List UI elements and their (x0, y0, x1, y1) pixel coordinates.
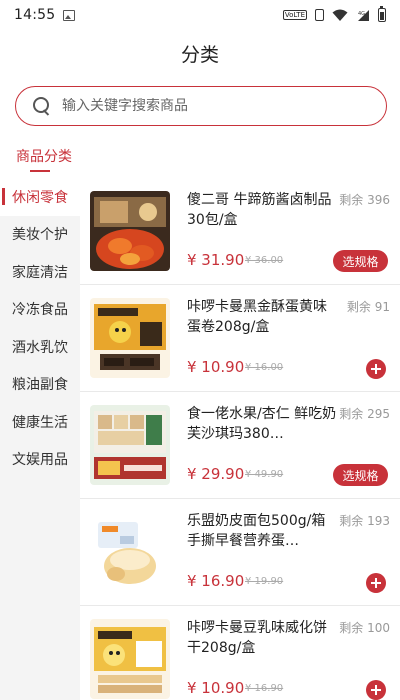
product-card[interactable]: 乐盟奶皮面包500g/箱 手撕早餐营养蛋… 剩余 193 ¥ 16.90 ¥ 1… (80, 499, 400, 606)
sidebar-item-frozen[interactable]: 冷冻食品 (0, 291, 80, 329)
signal-icon: 4G (358, 9, 369, 21)
search-box[interactable] (15, 86, 387, 126)
product-card[interactable]: 咔啰卡曼黑金酥蛋黄味蛋卷208g/盒 剩余 91 ¥ 10.90 ¥ 16.00 (80, 285, 400, 392)
battery-icon (378, 6, 386, 22)
product-card[interactable]: 咔啰卡曼豆乳味威化饼干208g/盒 剩余 100 ¥ 10.90 ¥ 16.90 (80, 606, 400, 700)
product-original-price: ¥ 49.90 (245, 469, 284, 480)
product-name: 咔啰卡曼豆乳味威化饼干208g/盒 (187, 620, 327, 656)
select-spec-button[interactable]: 选规格 (333, 250, 388, 272)
sidebar-item-drinks[interactable]: 酒水乳饮 (0, 328, 80, 366)
product-original-price: ¥ 16.90 (245, 683, 284, 694)
add-to-cart-button[interactable] (366, 359, 386, 379)
product-name: 乐盟奶皮面包500g/箱 手撕早餐营养蛋… (187, 513, 326, 549)
status-left: 14:55 (14, 7, 76, 23)
product-price: ¥ 16.90 (187, 572, 245, 590)
gallery-notification-icon (63, 9, 76, 21)
product-price: ¥ 10.90 (187, 679, 245, 697)
network-type-label: 4G (358, 11, 365, 17)
product-original-price: ¥ 16.00 (245, 362, 284, 373)
search-input[interactable] (62, 98, 362, 114)
product-name: 咔啰卡曼黑金酥蛋黄味蛋卷208g/盒 (187, 299, 327, 335)
plus-icon (371, 578, 381, 588)
search-icon (32, 96, 52, 116)
add-to-cart-button[interactable] (366, 573, 386, 593)
product-price: ¥ 31.90 (187, 251, 245, 269)
product-image (90, 298, 170, 378)
sidebar-item-beauty[interactable]: 美妆个护 (0, 216, 80, 254)
product-stock: 剩余 396 (339, 193, 390, 207)
select-spec-button[interactable]: 选规格 (333, 464, 388, 486)
product-image (90, 512, 170, 592)
product-name: 傻二哥 牛蹄筋酱卤制品30包/盒 (187, 192, 332, 228)
add-to-cart-button[interactable] (366, 680, 386, 700)
product-image (90, 619, 170, 699)
page-title: 分类 (180, 44, 219, 66)
wifi-icon (332, 9, 348, 21)
sidebar-item-cleaning[interactable]: 家庭清洁 (0, 253, 80, 291)
category-sidebar: 休闲零食 美妆个护 家庭清洁 冷冻食品 酒水乳饮 粮油副食 健康生活 文娱用品 (0, 178, 80, 700)
status-time: 14:55 (14, 7, 56, 23)
product-stock: 剩余 100 (339, 621, 390, 635)
plus-icon (371, 364, 381, 374)
product-original-price: ¥ 19.90 (245, 576, 284, 587)
product-price: ¥ 29.90 (187, 465, 245, 483)
status-right: VoLTE 4G (282, 6, 386, 22)
product-stock: 剩余 91 (346, 300, 390, 314)
product-name: 食一佬水果/杏仁 鲜吃奶芙沙琪玛380… (187, 406, 337, 442)
product-card[interactable]: 食一佬水果/杏仁 鲜吃奶芙沙琪玛380… 剩余 295 ¥ 29.90 ¥ 49… (80, 392, 400, 499)
tab-underline (30, 170, 50, 172)
vibrate-icon (315, 9, 324, 21)
tab-product-categories[interactable]: 商品分类 (16, 146, 72, 166)
sidebar-item-grocery[interactable]: 粮油副食 (0, 366, 80, 404)
product-price: ¥ 10.90 (187, 358, 245, 376)
sidebar-item-snacks[interactable]: 休闲零食 (0, 178, 80, 216)
product-list: 傻二哥 牛蹄筋酱卤制品30包/盒 剩余 396 ¥ 31.90 ¥ 36.00 … (80, 178, 400, 700)
volte-icon: VoLTE (282, 10, 307, 20)
sidebar-item-stationery[interactable]: 文娱用品 (0, 441, 80, 479)
product-image (90, 191, 170, 271)
product-image (90, 405, 170, 485)
product-original-price: ¥ 36.00 (245, 255, 284, 266)
status-bar: 14:55 VoLTE 4G (0, 0, 400, 30)
product-stock: 剩余 295 (339, 407, 390, 421)
product-card[interactable]: 傻二哥 牛蹄筋酱卤制品30包/盒 剩余 396 ¥ 31.90 ¥ 36.00 … (80, 178, 400, 285)
product-stock: 剩余 193 (339, 514, 390, 528)
sidebar-item-health[interactable]: 健康生活 (0, 403, 80, 441)
plus-icon (371, 685, 381, 695)
